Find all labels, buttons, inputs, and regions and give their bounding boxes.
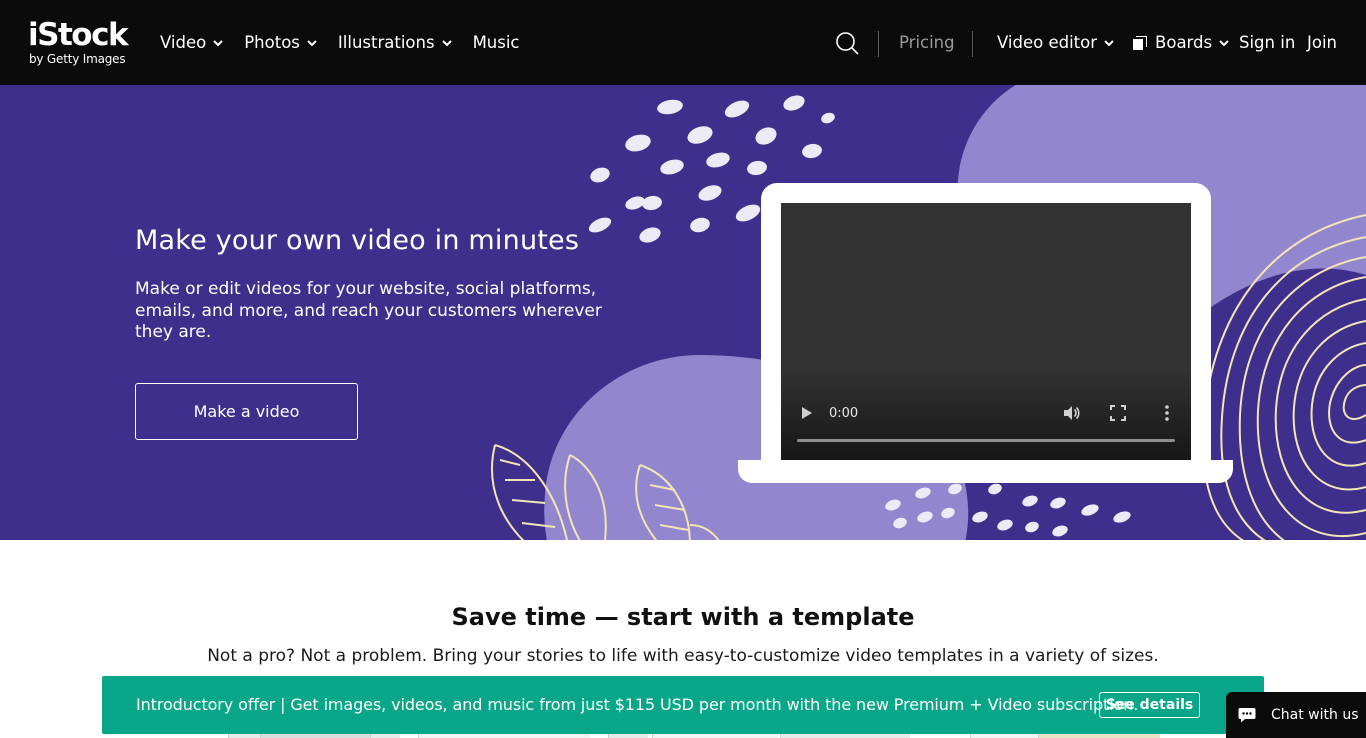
- nav-illustrations[interactable]: Illustrations: [338, 33, 453, 52]
- play-icon[interactable]: [801, 406, 813, 420]
- sign-in-link[interactable]: Sign in: [1239, 0, 1295, 85]
- chevron-down-icon: [1219, 39, 1229, 46]
- secondary-nav: Video editor Boards: [997, 0, 1248, 85]
- join-link[interactable]: Join: [1307, 0, 1337, 85]
- volume-icon[interactable]: [1062, 404, 1080, 422]
- nav-video-editor-label: Video editor: [997, 33, 1098, 52]
- nav-boards-label: Boards: [1155, 33, 1213, 52]
- pricing-link[interactable]: Pricing: [899, 0, 955, 85]
- promo-banner: Introductory offer | Get images, videos,…: [102, 676, 1264, 734]
- top-navigation-bar: iStock by Getty Images Video Photos Illu…: [0, 0, 1366, 85]
- templates-title: Save time — start with a template: [451, 603, 915, 631]
- boards-icon: [1133, 35, 1148, 50]
- chat-label: Chat with us: [1271, 707, 1359, 723]
- nav-video[interactable]: Video: [160, 33, 224, 52]
- nav-video-label: Video: [160, 33, 207, 52]
- make-video-button[interactable]: Make a video: [135, 383, 358, 440]
- chat-widget-button[interactable]: Chat with us: [1226, 692, 1366, 738]
- chevron-down-icon: [213, 39, 223, 46]
- fullscreen-icon[interactable]: [1110, 405, 1126, 421]
- chat-bubble-icon: [1238, 708, 1256, 723]
- divider: [972, 31, 973, 57]
- nav-boards[interactable]: Boards: [1133, 33, 1230, 52]
- hero-banner: Make your own video in minutes Make or e…: [0, 85, 1366, 540]
- video-time: 0:00: [829, 406, 859, 421]
- nav-photos-label: Photos: [244, 33, 300, 52]
- main-nav: Video Photos Illustrations Music: [160, 0, 540, 85]
- nav-music[interactable]: Music: [473, 33, 520, 52]
- chevron-down-icon: [307, 39, 317, 46]
- hero-subtitle: Make or edit videos for your website, so…: [135, 279, 602, 342]
- more-options-icon[interactable]: [1163, 404, 1171, 422]
- logo-subtitle: by Getty Images: [29, 52, 126, 66]
- nav-photos[interactable]: Photos: [244, 33, 318, 52]
- nav-music-label: Music: [472, 33, 520, 52]
- istock-logo[interactable]: iStock by Getty Images: [28, 18, 140, 68]
- nav-illustrations-label: Illustrations: [337, 33, 435, 52]
- chevron-down-icon: [1104, 39, 1114, 46]
- hero-title: Make your own video in minutes: [135, 225, 580, 256]
- video-progress-bar[interactable]: [797, 439, 1175, 442]
- video-player[interactable]: 0:00: [781, 203, 1191, 460]
- nav-video-editor[interactable]: Video editor: [997, 33, 1115, 52]
- divider: [878, 31, 879, 57]
- see-details-button[interactable]: See details: [1099, 692, 1200, 718]
- search-icon[interactable]: [835, 31, 859, 55]
- promo-text: Introductory offer | Get images, videos,…: [136, 695, 1139, 714]
- chevron-down-icon: [441, 39, 452, 46]
- laptop-base: [738, 460, 1233, 483]
- templates-subtitle: Not a pro? Not a problem. Bring your sto…: [207, 646, 1159, 666]
- logo-brand: iStock: [28, 17, 129, 53]
